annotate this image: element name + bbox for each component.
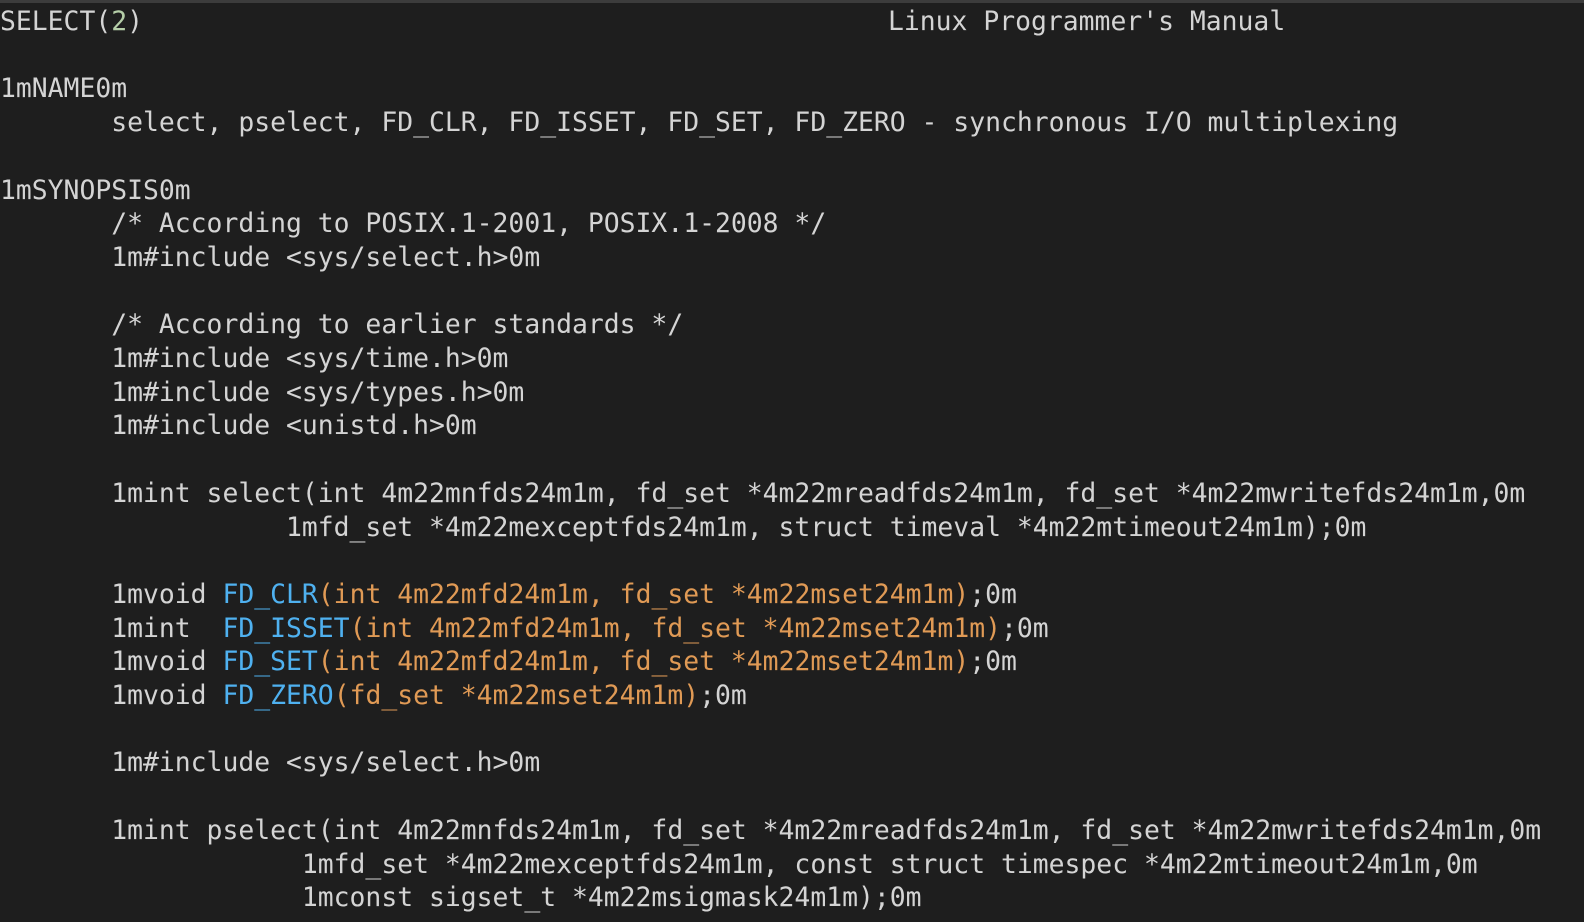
fd-clr-prototype: 1mvoid FD_CLR(int 4m22mfd24m1m, fd_set *…	[0, 578, 1017, 612]
man-header: SELECT(2)	[0, 5, 143, 39]
argument-list: (int 4m22mfd24m1m, fd_set *4m22mset24m1m…	[317, 646, 970, 678]
return-type: 1mint	[0, 612, 223, 644]
synopsis-include-time: 1m#include <sys/time.h>0m	[0, 343, 509, 374]
man-page-name-close: )	[127, 6, 144, 37]
fd-set-prototype: 1mvoid FD_SET(int 4m22mfd24m1m, fd_set *…	[0, 645, 1017, 679]
terminator: ;0m	[1001, 612, 1049, 644]
pselect-prototype-line2: 1mfd_set *4m22mexceptfds24m1m, const str…	[0, 848, 1478, 880]
section-heading-synopsis: 1mSYNOPSIS0m	[0, 174, 191, 206]
return-type: 1mvoid	[0, 680, 223, 711]
fd-isset-prototype: 1mint FD_ISSET(int 4m22mfd24m1m, fd_set …	[0, 612, 1049, 646]
manual-title: Linux Programmer's Manual	[888, 6, 1286, 37]
argument-list: (fd_set *4m22mset24m1m)	[333, 680, 700, 711]
window-top-border	[0, 0, 1584, 3]
function-name: FD_SET	[222, 646, 318, 678]
pselect-prototype-line3: 1mconst sigset_t *4m22msigmask24m1m);0m	[0, 882, 922, 914]
terminator: ;0m	[969, 578, 1017, 610]
synopsis-include-select-2: 1m#include <sys/select.h>0m	[0, 747, 541, 779]
return-type: 1mvoid	[0, 578, 223, 610]
synopsis-comment-earlier: /* According to earlier standards */	[0, 309, 684, 341]
argument-list: (int 4m22mfd24m1m, fd_set *4m22mset24m1m…	[317, 578, 970, 610]
function-name: FD_CLR	[222, 578, 318, 610]
terminator: ;0m	[699, 680, 747, 711]
man-page-name: SELECT(	[0, 6, 112, 37]
function-name: FD_ISSET	[222, 612, 350, 644]
name-description: select, pselect, FD_CLR, FD_ISSET, FD_SE…	[0, 107, 1399, 139]
select-prototype-line1: 1mint select(int 4m22mnfds24m1m, fd_set …	[0, 477, 1526, 509]
terminal-output[interactable]: SELECT(2) Linux Programmer's Manual 1mNA…	[0, 5, 1584, 922]
argument-list: (int 4m22mfd24m1m, fd_set *4m22mset24m1m…	[349, 612, 1001, 644]
fd-zero-prototype: 1mvoid FD_ZERO(fd_set *4m22mset24m1m);0m	[0, 679, 747, 713]
select-prototype-line2: 1mfd_set *4m22mexceptfds24m1m, struct ti…	[0, 511, 1367, 543]
synopsis-include-select: 1m#include <sys/select.h>0m	[0, 241, 541, 273]
function-name: FD_ZERO	[222, 680, 334, 711]
section-heading-name: 1mNAME0m	[0, 73, 128, 105]
synopsis-include-types: 1m#include <sys/types.h>0m	[0, 376, 525, 408]
pselect-prototype-line1: 1mint pselect(int 4m22mnfds24m1m, fd_set…	[0, 814, 1542, 846]
man-section-number: 2	[111, 6, 128, 37]
return-type: 1mvoid	[0, 646, 223, 678]
synopsis-include-unistd: 1m#include <unistd.h>0m	[0, 410, 477, 442]
synopsis-comment-posix: /* According to POSIX.1-2001, POSIX.1-20…	[0, 208, 827, 240]
terminator: ;0m	[969, 646, 1017, 678]
